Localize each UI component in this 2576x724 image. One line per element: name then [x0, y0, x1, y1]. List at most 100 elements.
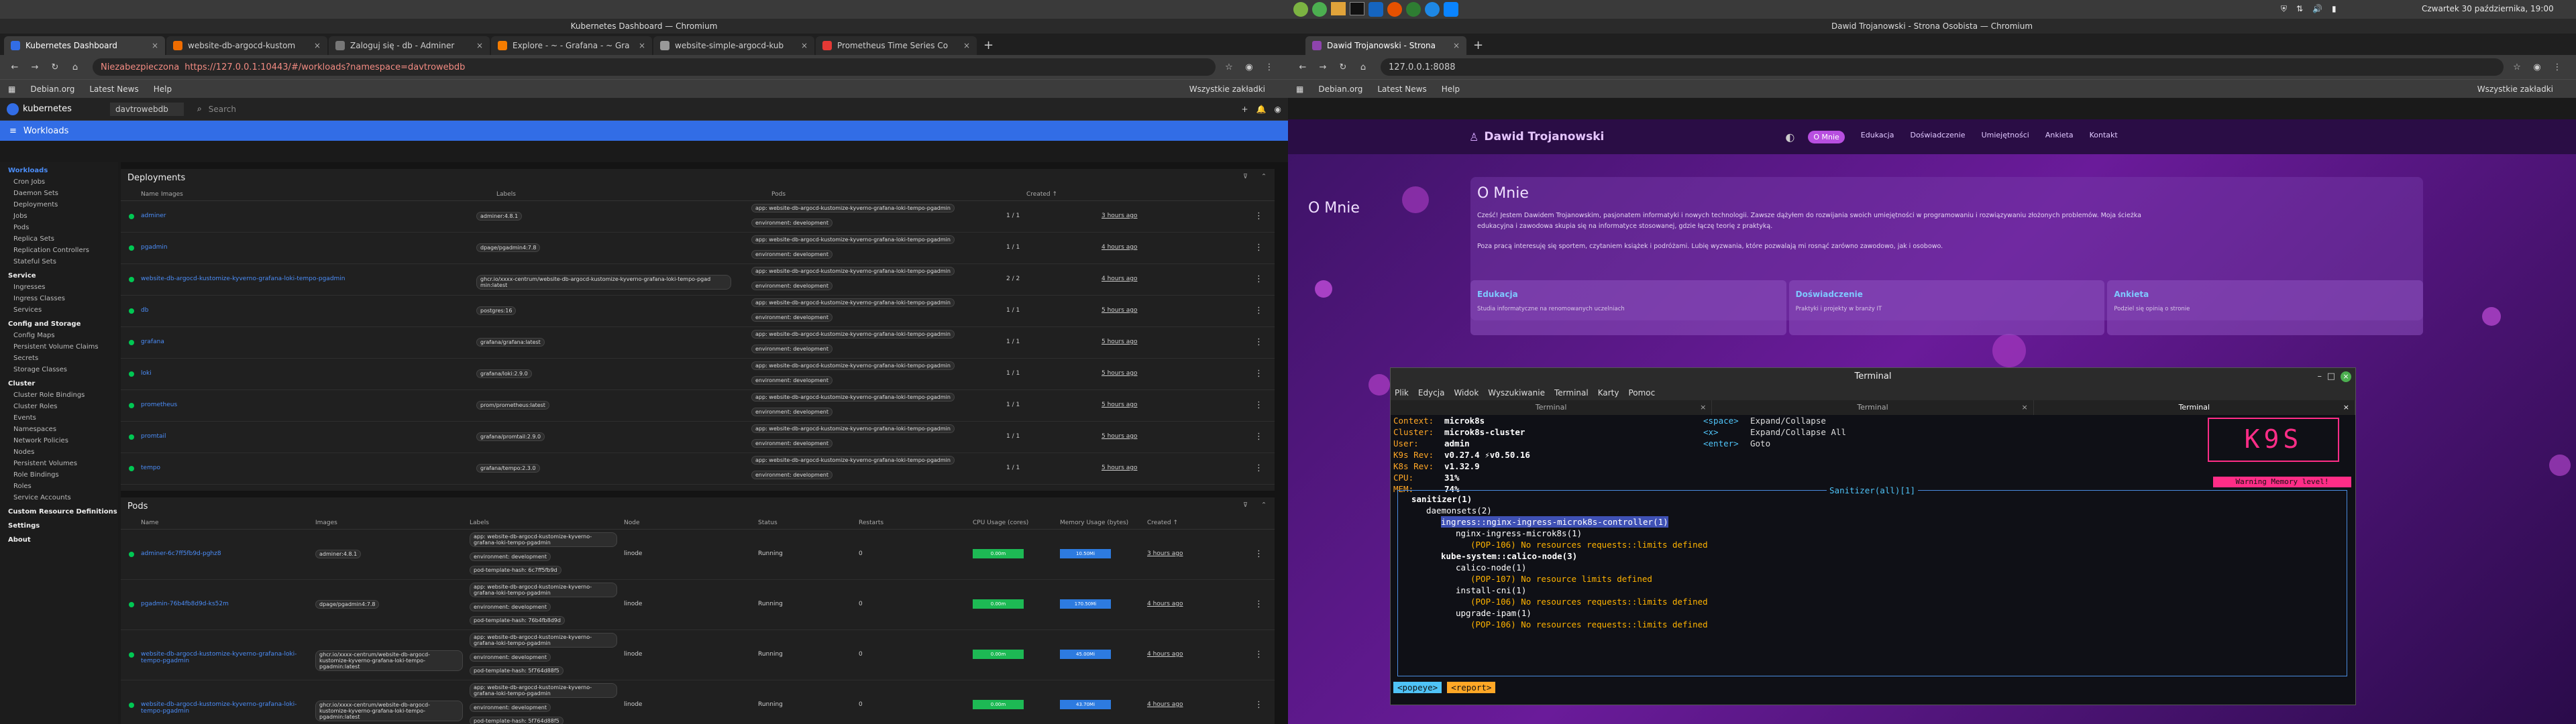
- create-icon[interactable]: +: [1242, 105, 1248, 114]
- more-icon[interactable]: ⋮: [1254, 599, 1263, 609]
- close-icon[interactable]: ×: [639, 41, 645, 50]
- tree-node[interactable]: kube-system::calico-node(3): [1441, 550, 1577, 562]
- filter-icon[interactable]: ⊽: [1243, 501, 1248, 509]
- reload-icon[interactable]: ↻: [1335, 62, 1351, 72]
- close-icon[interactable]: ×: [801, 41, 808, 50]
- close-icon[interactable]: ×: [2341, 371, 2351, 382]
- column-header[interactable]: Restarts: [859, 516, 883, 530]
- firefox-icon[interactable]: [1387, 2, 1402, 17]
- close-icon[interactable]: ×: [1453, 41, 1460, 50]
- account-icon[interactable]: ◉: [1275, 105, 1281, 114]
- deployment-name[interactable]: prometheus: [141, 402, 177, 408]
- network-icon[interactable]: ⇅: [2296, 4, 2303, 14]
- sidebar-item[interactable]: Roles: [0, 481, 118, 492]
- tree-node[interactable]: daemonsets(2): [1426, 505, 1492, 516]
- close-icon[interactable]: ×: [963, 41, 970, 50]
- table-row[interactable]: website-db-argocd-kustomize-kyverno-graf…: [121, 680, 1275, 724]
- not-secure-badge[interactable]: Niezabezpieczona: [101, 62, 179, 72]
- node-name[interactable]: linode: [624, 701, 642, 708]
- issue-line[interactable]: (POP-106) No resources requests::limits …: [1470, 596, 1708, 607]
- table-row[interactable]: prometheus prom/prometheus:latest app: web…: [121, 390, 1275, 422]
- profile-icon[interactable]: ◉: [1241, 62, 1257, 72]
- more-icon[interactable]: ⋮: [1254, 400, 1263, 410]
- url-text[interactable]: https://127.0.0.1:10443/#/workloads?name…: [184, 62, 465, 72]
- more-icon[interactable]: ⋮: [1254, 337, 1263, 347]
- info-card[interactable]: Ankieta Podziel się opinią o stronie: [2107, 280, 2424, 335]
- bookmark-latest-news[interactable]: Latest News: [1377, 84, 1426, 94]
- forward-icon[interactable]: →: [27, 62, 43, 72]
- close-icon[interactable]: ×: [2343, 400, 2349, 415]
- tab-prometheus[interactable]: Prometheus Time Series Co ×: [816, 36, 977, 55]
- deployment-name[interactable]: website-db-argocd-kustomize-kyverno-graf…: [141, 276, 345, 282]
- mint-menu-icon[interactable]: [1293, 2, 1308, 17]
- deployment-name[interactable]: adminer: [141, 213, 166, 219]
- column-header[interactable]: Name: [141, 516, 159, 530]
- search-input[interactable]: Search: [209, 105, 236, 114]
- bookmark-debian[interactable]: Debian.org: [30, 84, 74, 94]
- info-card[interactable]: Edukacja Studia informatyczne na renomowa…: [1470, 280, 1786, 335]
- issue-line[interactable]: (POP-106) No resources requests::limits …: [1470, 619, 1708, 630]
- menu-icon[interactable]: ⋮: [1261, 62, 1277, 72]
- deployment-name[interactable]: grafana: [141, 339, 164, 345]
- pod-name[interactable]: adminer-6c7ff5fb9d-pghz8: [141, 550, 221, 557]
- bookmark-help[interactable]: Help: [1442, 84, 1460, 94]
- nav-link[interactable]: Umiejętności: [1982, 131, 2029, 143]
- more-icon[interactable]: ⋮: [1254, 549, 1263, 559]
- sidebar-heading[interactable]: Service: [0, 270, 118, 282]
- table-row[interactable]: promtail grafana/promtail:2.9.0 app: websi…: [121, 422, 1275, 453]
- sidebar-item[interactable]: Network Policies: [0, 435, 118, 446]
- theme-toggle-icon[interactable]: ◐: [1785, 131, 1794, 143]
- chromium-icon[interactable]: [1406, 2, 1421, 17]
- sidebar-item[interactable]: Replication Controllers: [0, 245, 118, 256]
- deployment-name[interactable]: db: [141, 307, 148, 314]
- sidebar-item[interactable]: Ingress Classes: [0, 293, 118, 304]
- sidebar-item[interactable]: Persistent Volume Claims: [0, 341, 118, 353]
- url-field[interactable]: Niezabezpieczona https://127.0.0.1:10443…: [93, 58, 1216, 76]
- home-icon[interactable]: ⌂: [67, 62, 83, 72]
- terminal-tab[interactable]: Terminal ×: [1391, 400, 1713, 415]
- close-icon[interactable]: ×: [2021, 400, 2027, 415]
- sidebar-item[interactable]: Events: [0, 412, 118, 424]
- column-header[interactable]: Name: [141, 188, 159, 201]
- maximize-icon[interactable]: □: [2327, 368, 2335, 385]
- tab-personal-site[interactable]: Dawid Trojanowski - Strona ×: [1305, 36, 1466, 55]
- nav-link[interactable]: Ankieta: [2045, 131, 2074, 143]
- sidebar-item[interactable]: Replica Sets: [0, 233, 118, 245]
- menu-item[interactable]: Wyszukiwanie: [1488, 388, 1545, 398]
- terminal-tab[interactable]: Terminal ×: [1712, 400, 2034, 415]
- info-card[interactable]: Doświadczenie Praktyki i projekty w branż…: [1788, 280, 2105, 335]
- star-icon[interactable]: ☆: [2509, 62, 2525, 72]
- sidebar-item[interactable]: Secrets: [0, 353, 118, 364]
- pod-name[interactable]: pgadmin-76b4fb8d9d-ks52m: [141, 601, 229, 607]
- column-header[interactable]: CPU Usage (cores): [973, 516, 1028, 530]
- battery-icon[interactable]: ▮: [2332, 4, 2337, 14]
- sidebar-item[interactable]: Config Maps: [0, 330, 118, 341]
- table-row[interactable]: loki grafana/loki:2.9.0 app: website-db-ar…: [121, 359, 1275, 390]
- tab-website-simple[interactable]: website-simple-argocd-kub ×: [653, 36, 814, 55]
- close-icon[interactable]: ×: [314, 41, 321, 50]
- column-header[interactable]: Memory Usage (bytes): [1060, 516, 1128, 530]
- collapse-icon[interactable]: ⌃: [1261, 501, 1267, 509]
- sidebar-heading[interactable]: Settings: [0, 520, 118, 532]
- table-row[interactable]: website-db-argocd-kustomize-kyverno-graf…: [121, 264, 1275, 296]
- star-icon[interactable]: ☆: [1221, 62, 1237, 72]
- reload-icon[interactable]: ↻: [47, 62, 63, 72]
- filter-icon[interactable]: ⊽: [1243, 173, 1248, 180]
- table-row[interactable]: tempo grafana/tempo:2.3.0 app: website-db-…: [121, 453, 1275, 485]
- tree-node[interactable]: ingress::nginx-ingress-microk8s-controll…: [1441, 516, 1668, 528]
- deployment-name[interactable]: tempo: [141, 465, 160, 471]
- sidebar-heading[interactable]: Config and Storage: [0, 318, 118, 330]
- sidebar-heading[interactable]: Workloads: [0, 165, 118, 176]
- more-icon[interactable]: ⋮: [1254, 306, 1263, 316]
- vscode-icon[interactable]: [1444, 2, 1458, 17]
- close-icon[interactable]: ×: [476, 41, 483, 50]
- node-name[interactable]: linode: [624, 550, 642, 557]
- nav-link[interactable]: Kontakt: [2090, 131, 2118, 143]
- new-tab-icon[interactable]: +: [978, 38, 999, 55]
- tree-node[interactable]: install-cni(1): [1456, 585, 1526, 596]
- tree-node[interactable]: upgrade-ipam(1): [1456, 607, 1532, 619]
- table-row[interactable]: pgadmin-76b4fb8d9d-ks52m dpage/pgadmin4:7…: [121, 580, 1275, 630]
- crumb-popeye[interactable]: <popeye>: [1393, 682, 1442, 693]
- sidebar-item[interactable]: Namespaces: [0, 424, 118, 435]
- table-row[interactable]: website-db-argocd-kustomize-kyverno-graf…: [121, 630, 1275, 680]
